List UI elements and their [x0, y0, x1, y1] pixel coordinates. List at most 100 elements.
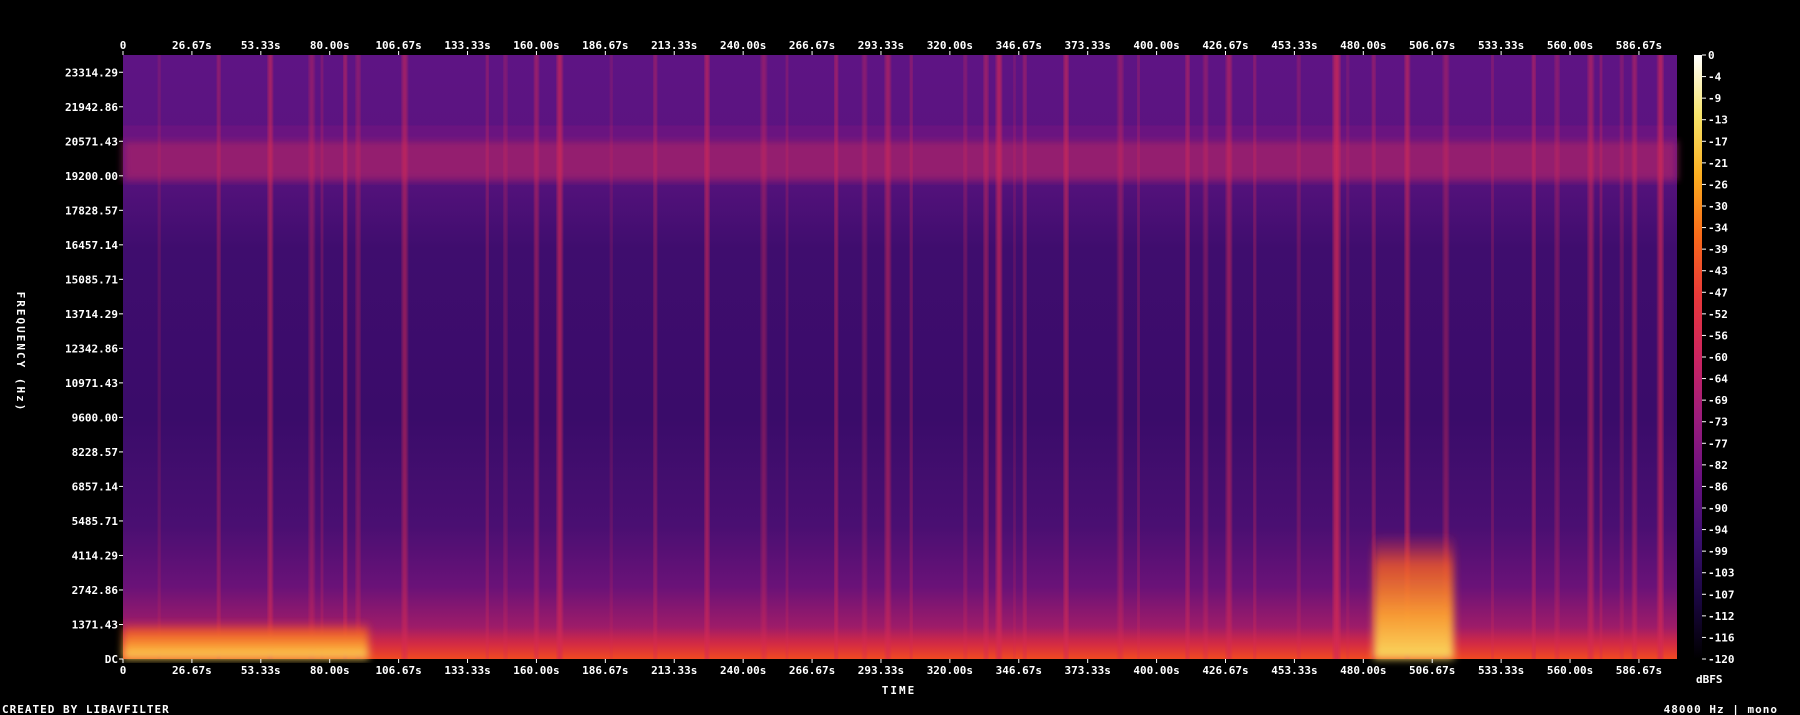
frequency-axis: DC 1371.43 2742.86 4114.29 5485.71 6857.14 822…	[65, 66, 123, 666]
frequency-tick: 10971.43	[65, 377, 118, 390]
colorbar-tick: -17	[1708, 135, 1728, 148]
spectrogram-transient	[1334, 55, 1340, 659]
spectrogram-transient	[704, 55, 709, 659]
time-tick-top: 533.33s	[1478, 39, 1524, 52]
spectrogram-loud-region	[1373, 533, 1454, 659]
time-tick-bottom: 80.00s	[310, 664, 350, 677]
frequency-tick: 2742.86	[72, 584, 119, 597]
spectrogram-transient	[1632, 55, 1637, 659]
spectrogram-transient	[1253, 55, 1256, 659]
time-tick-top: 346.67s	[996, 39, 1042, 52]
spectrogram-transient	[761, 55, 767, 659]
spectrogram-transient	[217, 55, 221, 659]
colorbar-unit-label: dBFS	[1696, 673, 1723, 686]
frequency-tick: 9600.00	[72, 411, 118, 424]
colorbar-tick: -64	[1708, 373, 1728, 386]
spectrogram-transient	[996, 55, 1002, 659]
time-tick-top: 213.33s	[651, 39, 697, 52]
spectrogram-transient	[486, 55, 489, 659]
spectrogram-transient	[984, 55, 989, 659]
time-tick-bottom: 506.67s	[1409, 664, 1455, 677]
time-tick-top: 426.67s	[1202, 39, 1248, 52]
time-axis-bottom: 0 26.67s 53.33s 80.00s 106.67s 133.33s 160.00s…	[120, 659, 1662, 677]
colorbar-gradient	[1694, 55, 1702, 659]
colorbar-tick: -86	[1708, 480, 1728, 493]
time-tick-bottom: 533.33s	[1478, 664, 1524, 677]
colorbar-tick: -21	[1708, 157, 1728, 170]
spectrogram-transient	[1064, 55, 1069, 659]
frequency-tick: 20571.43	[65, 135, 118, 148]
spectrogram-transient	[834, 55, 838, 659]
spectrogram-transient	[1137, 55, 1140, 659]
spectrogram-transient	[862, 55, 867, 659]
y-axis-title: FREQUENCY (Hz)	[14, 292, 27, 413]
spectrogram-transient	[1657, 55, 1663, 659]
colorbar-tick: -69	[1708, 394, 1728, 407]
frequency-tick: 1371.43	[72, 618, 118, 631]
time-tick-bottom: 240.00s	[720, 664, 766, 677]
spectrogram-transient	[1600, 55, 1603, 659]
spectrogram-transient	[309, 55, 315, 659]
frequency-tick: 19200.00	[65, 170, 118, 183]
time-tick-top: 453.33s	[1271, 39, 1317, 52]
spectrogram-transient	[1532, 55, 1536, 659]
spectrogram-transient	[343, 55, 347, 659]
colorbar: 0 -4 -9 -13 -17 -21 -26 -30 -34 -39 -43 -47 -52 -56 -6…	[1694, 49, 1735, 666]
time-tick-bottom: 213.33s	[651, 664, 697, 677]
spectrogram-transient	[402, 55, 408, 659]
spectrogram-transient	[1013, 55, 1016, 659]
footer-sample-info: 48000 Hz | mono	[1664, 703, 1778, 715]
time-tick-top: 106.67s	[375, 39, 421, 52]
colorbar-tick: -39	[1708, 243, 1728, 256]
time-tick-bottom: 453.33s	[1271, 664, 1317, 677]
colorbar-tick: -82	[1708, 459, 1728, 472]
time-tick-top: 26.67s	[172, 39, 212, 52]
spectrogram-loud-region	[123, 621, 369, 659]
time-tick-top: 240.00s	[720, 39, 766, 52]
spectrogram-transient	[1117, 55, 1123, 659]
colorbar-tick: -13	[1708, 114, 1728, 127]
colorbar-tick: -9	[1708, 92, 1721, 105]
colorbar-tick: -47	[1708, 286, 1728, 299]
time-tick-bottom: 373.33s	[1065, 664, 1111, 677]
colorbar-tick: -43	[1708, 265, 1728, 278]
time-tick-bottom: 346.67s	[996, 664, 1042, 677]
time-tick-top: 133.33s	[444, 39, 490, 52]
colorbar-tick: -60	[1708, 351, 1728, 364]
colorbar-tick: -56	[1708, 329, 1728, 342]
spectrogram-transient	[268, 55, 273, 659]
spectrogram-transient	[910, 55, 913, 659]
spectrogram-transient	[1023, 55, 1027, 659]
time-tick-bottom: 26.67s	[172, 664, 212, 677]
spectrogram-transient	[503, 55, 507, 659]
time-axis-top: 0 26.67s 53.33s 80.00s 106.67s 133.33s 160.00s…	[120, 39, 1662, 55]
time-tick-bottom: 0	[120, 664, 127, 677]
time-tick-top: 586.67s	[1616, 39, 1662, 52]
spectrogram-plot	[123, 55, 1677, 659]
time-tick-bottom: 186.67s	[582, 664, 628, 677]
time-tick-top: 186.67s	[582, 39, 628, 52]
frequency-tick: 4114.29	[72, 549, 118, 562]
time-tick-bottom: 266.67s	[789, 664, 835, 677]
time-tick-top: 560.00s	[1547, 39, 1593, 52]
colorbar-tick: -107	[1708, 588, 1735, 601]
time-tick-bottom: 400.00s	[1133, 664, 1179, 677]
colorbar-tick: -34	[1708, 222, 1728, 235]
spectrogram-transient	[786, 55, 789, 659]
time-tick-top: 266.67s	[789, 39, 835, 52]
colorbar-tick: -30	[1708, 200, 1728, 213]
spectrogram-transient	[610, 55, 613, 659]
frequency-tick: 12342.86	[65, 342, 118, 355]
colorbar-tick: -52	[1708, 308, 1728, 321]
spectrogram-transient	[1588, 55, 1594, 659]
colorbar-tick: -77	[1708, 437, 1728, 450]
colorbar-tick: -120	[1708, 653, 1735, 666]
time-tick-top: 400.00s	[1133, 39, 1179, 52]
spectrogram-transient	[963, 55, 967, 659]
spectrogram-transient	[653, 55, 657, 659]
frequency-tick: 21942.86	[65, 101, 118, 114]
time-tick-top: 320.00s	[927, 39, 973, 52]
time-tick-bottom: 560.00s	[1547, 664, 1593, 677]
spectrogram-chart: 0 26.67s 53.33s 80.00s 106.67s 133.33s 160.00s…	[2, 39, 1778, 715]
spectrogram-transient	[1491, 55, 1494, 659]
